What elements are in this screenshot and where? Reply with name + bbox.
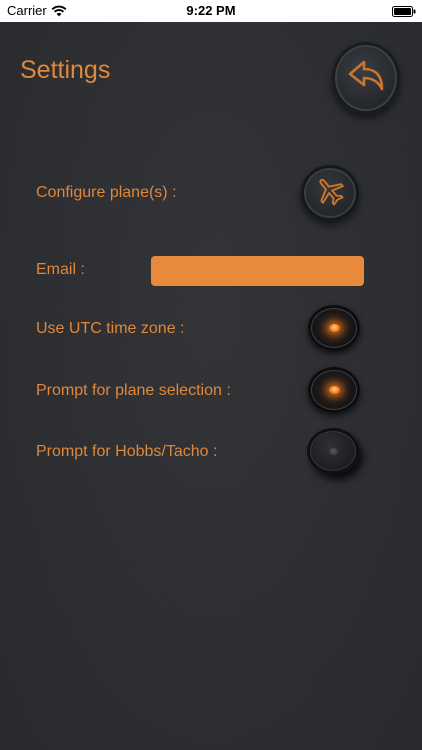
led-on-indicator	[329, 386, 340, 394]
led-off-indicator	[329, 448, 338, 455]
prompt-hobbs-toggle[interactable]	[307, 428, 359, 474]
settings-screen: Carrier 9:22 PM Settings Configure plane…	[0, 0, 422, 750]
page-title: Settings	[20, 56, 111, 84]
back-button[interactable]	[332, 42, 400, 114]
email-field[interactable]	[151, 256, 364, 286]
status-time: 9:22 PM	[186, 3, 236, 18]
led-on-indicator	[329, 324, 340, 332]
battery-icon	[392, 5, 416, 17]
use-utc-toggle[interactable]	[308, 305, 360, 351]
prompt-plane-label: Prompt for plane selection :	[36, 382, 231, 399]
prompt-plane-toggle[interactable]	[308, 367, 360, 413]
email-label: Email :	[36, 261, 85, 278]
back-arrow-icon	[344, 56, 388, 101]
use-utc-label: Use UTC time zone :	[36, 320, 185, 337]
airplane-icon	[313, 174, 347, 213]
configure-planes-label: Configure plane(s) :	[36, 184, 177, 201]
prompt-hobbs-label: Prompt for Hobbs/Tacho :	[36, 443, 218, 460]
status-bar: Carrier 9:22 PM	[0, 0, 422, 22]
configure-planes-button[interactable]	[301, 165, 359, 221]
